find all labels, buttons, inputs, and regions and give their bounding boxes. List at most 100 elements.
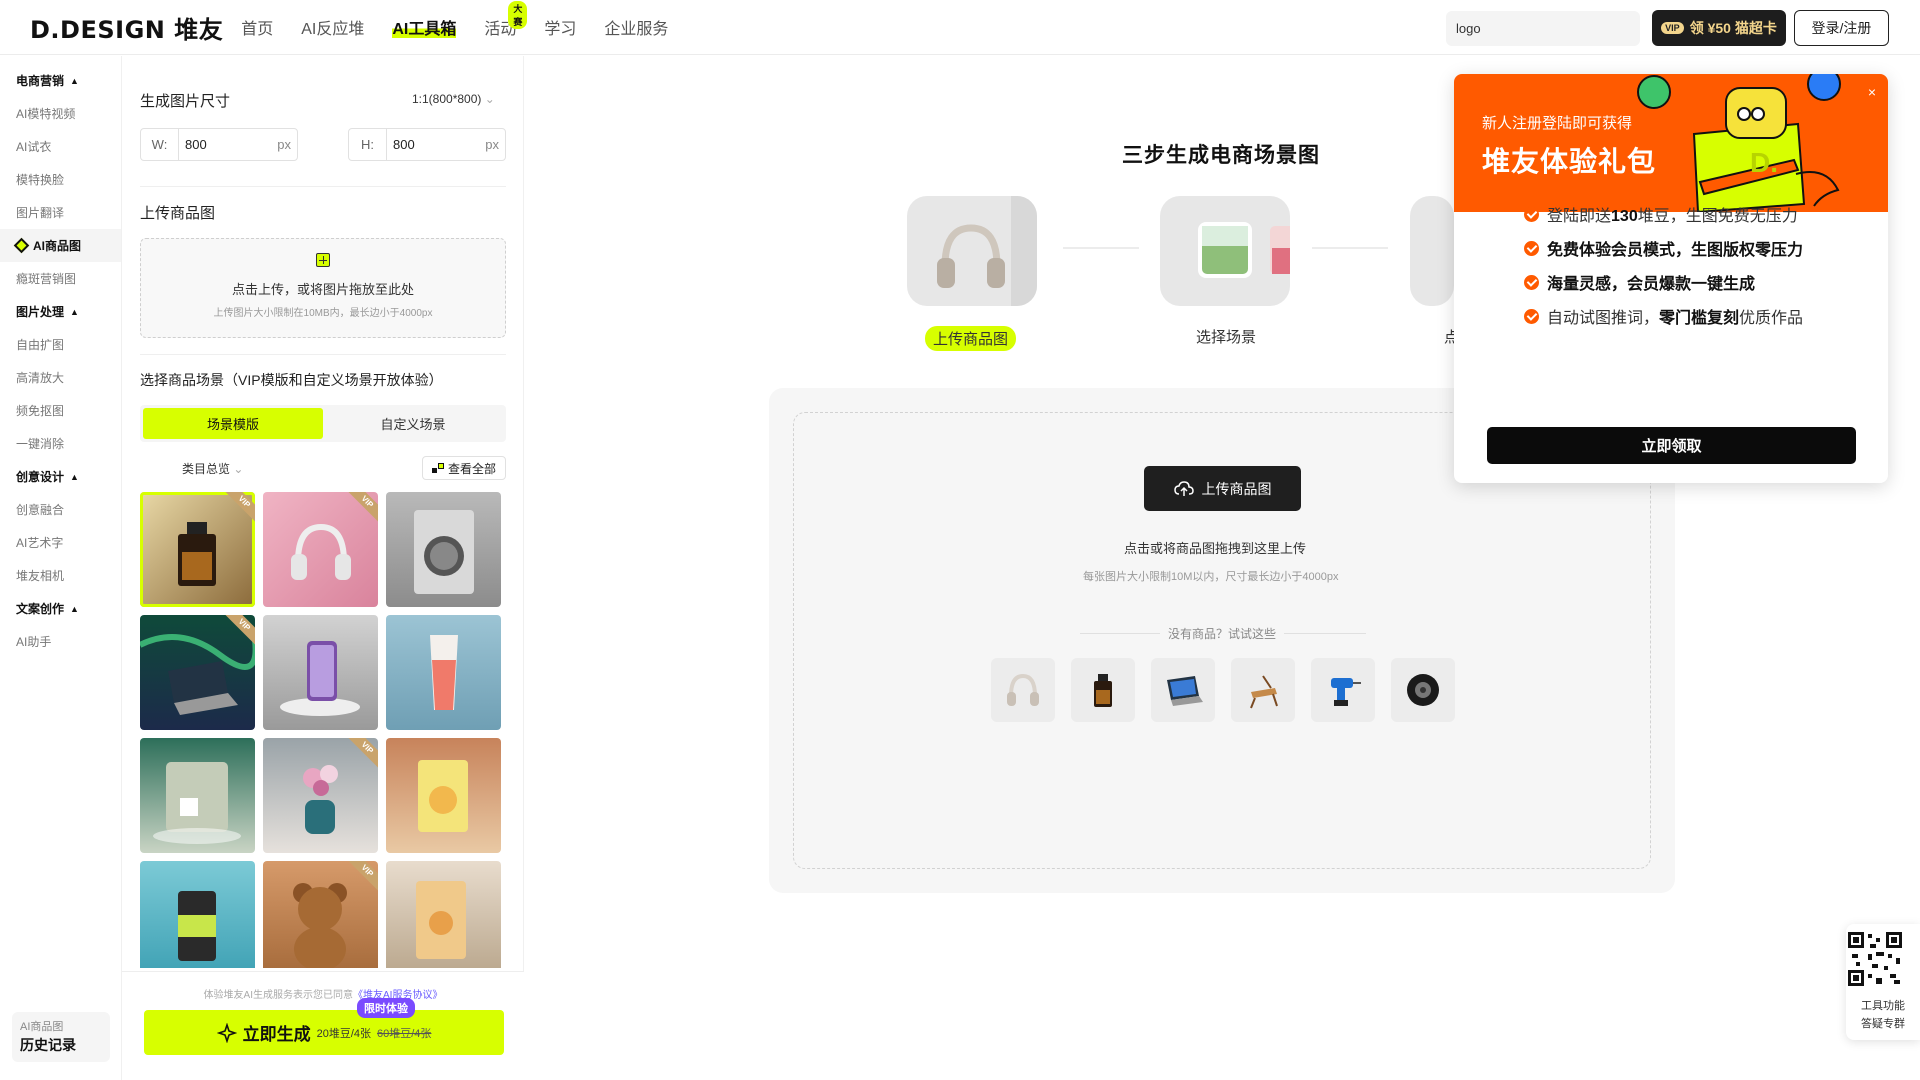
drill-icon <box>1331 678 1361 706</box>
scene-tile-tube[interactable] <box>386 615 501 730</box>
sidebar-item-erase[interactable]: 一键消除 <box>0 427 121 460</box>
svg-text:D.: D. <box>1750 147 1778 178</box>
scene-tile-headphones[interactable]: VIP <box>263 492 378 607</box>
sample-perfume[interactable] <box>1071 658 1135 722</box>
history-button[interactable]: AI商品图 历史记录 <box>12 1012 110 1062</box>
ratio-select[interactable]: 1:1(800*800) ⌄ <box>412 92 495 106</box>
sidebar-item-ai-product[interactable]: AI商品图 <box>0 229 121 262</box>
sample-drill[interactable] <box>1311 658 1375 722</box>
check-icon <box>1524 308 1539 324</box>
contest-badge: 大赛 <box>508 1 528 29</box>
claim-button[interactable]: 立即领取 <box>1487 427 1856 464</box>
step-upload-image <box>907 196 1037 306</box>
sample-tire[interactable] <box>1391 658 1455 722</box>
sidebar-item-image-translate[interactable]: 图片翻译 <box>0 196 121 229</box>
scene-tile-catfood[interactable] <box>386 861 501 968</box>
tab-custom-scene[interactable]: 自定义场景 <box>323 408 503 439</box>
page-title: 三步生成电商场景图 <box>1122 144 1320 167</box>
scene-tile-coffee[interactable] <box>140 738 255 853</box>
search-input[interactable] <box>1456 21 1632 36</box>
step-label-scene: 选择场景 <box>1196 329 1257 346</box>
perk-item: 自动试图推词，零门槛复刻优质作品 <box>1524 304 1803 328</box>
ai-product-icon <box>13 237 30 254</box>
chevron-up-icon: ▲ <box>70 471 79 482</box>
nav-learn[interactable]: 学习 <box>544 15 576 39</box>
sample-chair[interactable] <box>1231 658 1295 722</box>
size-title: 生成图片尺寸 <box>140 93 231 110</box>
tube-image <box>430 635 458 710</box>
perfume-icon <box>1094 674 1112 707</box>
scene-tile-washer[interactable] <box>386 492 501 607</box>
scene-tile-bear[interactable]: VIP <box>263 861 378 968</box>
scene-tile-perfume[interactable]: VIP <box>140 492 255 607</box>
sidebar-item-art-text[interactable]: AI艺术字 <box>0 526 121 559</box>
check-icon <box>1524 274 1539 290</box>
limited-badge: 限时体验 <box>357 998 415 1018</box>
sidebar-item-cutout[interactable]: 频免抠图 <box>0 394 121 427</box>
generate-footer: 体验堆友AI生成服务表示您已同意《堆友AI服务协议》 立即生成 20堆豆/4张 … <box>122 971 524 1080</box>
scene-tile-can[interactable] <box>140 861 255 968</box>
nav-ai-reactor[interactable]: AI反应堆 <box>301 15 364 39</box>
view-all-button[interactable]: 查看全部 <box>422 456 506 480</box>
chair-icon <box>1250 675 1278 709</box>
drop-text: 点击或将商品图拖拽到这里上传 <box>1124 541 1307 556</box>
sample-laptop[interactable] <box>1151 658 1215 722</box>
step-scene-image <box>1160 196 1290 306</box>
settings-panel: 生成图片尺寸 1:1(800*800) ⌄ W: 800 px H: 800 p… <box>122 56 524 1080</box>
sidebar-group-image[interactable]: 图片处理 ▲ <box>0 295 121 328</box>
headphones-icon <box>1007 673 1039 706</box>
sidebar-item-marketing[interactable]: 瘾斑营销图 <box>0 262 121 295</box>
scene-tile-phone[interactable] <box>263 615 378 730</box>
scene-tile-snack[interactable] <box>386 738 501 853</box>
close-icon[interactable]: × <box>1868 84 1876 100</box>
site-logo[interactable]: D.DESIGN 堆友 <box>30 10 223 45</box>
snack-bag-image <box>418 760 468 832</box>
main-nav: 首页 AI反应堆 AI工具箱 活动 大赛 学习 企业服务 <box>241 1 668 39</box>
coffee-machine-image <box>153 762 241 844</box>
cloud-upload-icon <box>1173 480 1194 496</box>
drop-hint: 每张图片大小限制10M以内，尺寸最长边小于4000px <box>1083 571 1339 583</box>
sidebar-item-camera[interactable]: 堆友相机 <box>0 559 121 592</box>
nav-ai-toolbox[interactable]: AI工具箱 <box>392 15 457 39</box>
sidebar-item-assistant[interactable]: AI助手 <box>0 625 121 658</box>
vip-promo-button[interactable]: VIP 领 ¥50 猫超卡 <box>1652 10 1786 46</box>
upload-product-button[interactable]: 上传商品图 <box>1144 466 1301 511</box>
width-field[interactable]: W: 800 px <box>140 128 298 161</box>
tab-scene-template[interactable]: 场景模版 <box>143 408 323 439</box>
support-qr-float[interactable]: 工具功能 答疑专群 <box>1846 924 1920 1040</box>
perfume-image <box>178 522 216 586</box>
newbie-gift-popup: D. 新人注册登陆即可获得 堆友体验礼包 × 登陆即送130堆豆，生图免费无压力… <box>1454 74 1888 483</box>
popup-banner: D. 新人注册登陆即可获得 堆友体验礼包 × <box>1454 74 1888 212</box>
sidebar-item-fusion[interactable]: 创意融合 <box>0 493 121 526</box>
sample-headphones[interactable] <box>991 658 1055 722</box>
perk-item: 登陆即送130堆豆，生图免费无压力 <box>1524 202 1798 226</box>
nav-home[interactable]: 首页 <box>241 15 273 39</box>
teddy-bear-image <box>293 883 347 968</box>
upload-dropzone[interactable]: 点击上传，或将图片拖放至此处 上传图片大小限制在10MB内，最长边小于4000p… <box>140 238 506 338</box>
sidebar-group-creative[interactable]: 创意设计 ▲ <box>0 460 121 493</box>
sidebar-item-upscale[interactable]: 高清放大 <box>0 361 121 394</box>
check-icon <box>1524 206 1539 222</box>
nav-events[interactable]: 活动 大赛 <box>484 1 528 39</box>
laptop-image <box>140 634 255 715</box>
generate-button[interactable]: 立即生成 20堆豆/4张 60堆豆/4张 <box>144 1010 504 1055</box>
chevron-up-icon: ▲ <box>70 603 79 614</box>
nav-enterprise[interactable]: 企业服务 <box>604 15 668 39</box>
login-button[interactable]: 登录/注册 <box>1794 10 1889 46</box>
step-connector <box>1312 247 1388 249</box>
laptop-icon <box>1167 676 1203 706</box>
scene-tile-flowers[interactable]: VIP <box>263 738 378 853</box>
sidebar-item-face-swap[interactable]: 模特换脸 <box>0 163 121 196</box>
sidebar-item-expand[interactable]: 自由扩图 <box>0 328 121 361</box>
check-icon <box>1524 240 1539 256</box>
scene-template-grid: VIP VIP VIP VIP VIP <box>140 492 506 968</box>
sidebar-group-copy[interactable]: 文案创作 ▲ <box>0 592 121 625</box>
chevron-down-icon: ⌄ <box>233 462 244 476</box>
sidebar-item-try-on[interactable]: AI试衣 <box>0 130 121 163</box>
height-field[interactable]: H: 800 px <box>348 128 506 161</box>
cat-food-image <box>416 881 466 959</box>
sidebar-item-model-video[interactable]: AI模特视频 <box>0 97 121 130</box>
scene-tile-laptop[interactable]: VIP <box>140 615 255 730</box>
sidebar-group-ecommerce[interactable]: 电商营销 ▲ <box>0 64 121 97</box>
category-select[interactable]: 类目总览 ⌄ <box>182 460 243 477</box>
